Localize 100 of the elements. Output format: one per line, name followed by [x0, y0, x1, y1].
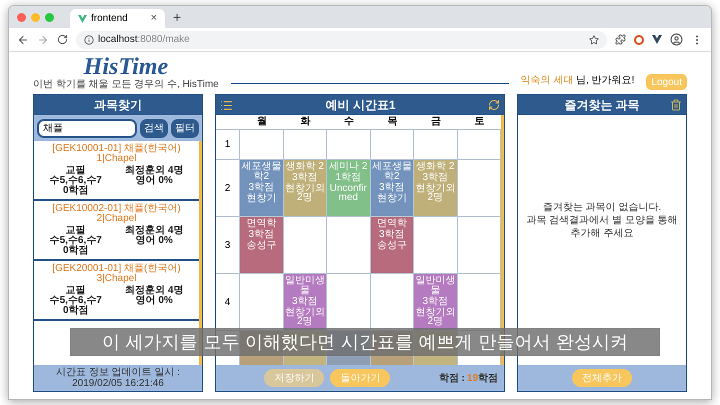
class-instructor: 현창기외 2명 — [284, 184, 326, 202]
search-field[interactable]: 채플 — [37, 118, 137, 138]
class-block[interactable]: 면역학 3학점 송성구 — [240, 217, 284, 273]
class-block[interactable]: 생화학 2 3학점 현창기외 2명 — [414, 160, 458, 216]
credits-label: 학점 : — [438, 372, 465, 386]
day-header: 수 — [342, 115, 355, 129]
url-text: localhost:8080/make — [98, 33, 190, 47]
english-ratio: 영어 0% — [136, 296, 173, 306]
course-times: 수5,수6,수7 — [50, 236, 102, 246]
browser-tab[interactable]: frontend × — [70, 9, 165, 28]
class-credits: 3학점 — [292, 173, 318, 183]
class-credits: 3학점 — [248, 230, 274, 240]
reload-icon[interactable] — [57, 34, 68, 45]
course-card[interactable]: [GEK10001-01] 채플(한국어) 1|Chapel 교필 수5,수6,수7 0학점 최정훈외 4명 영어 0% — [34, 141, 199, 201]
class-credits: 3학점 — [378, 230, 405, 240]
tagline: 이번 학기를 채울 모든 경우의 수, HisTime — [33, 79, 219, 90]
class-instructor: Unconfirmed — [328, 184, 368, 202]
course-times: 수5,수6,수7 — [50, 296, 102, 306]
course-credits: 0학점 — [62, 246, 88, 256]
course-card[interactable]: [GEK10002-01] 채플(한국어) 2|Chapel 교필 수5,수6,수7 0학점 최정훈외 4명 영어 0% — [34, 201, 199, 261]
timetable-title: 예비 시간표1 — [324, 97, 396, 114]
class-name: 세미나 2 — [329, 162, 368, 172]
day-header: 화 — [299, 115, 312, 129]
course-title: [GEK10002-01] 채플(한국어) 2|Chapel — [51, 204, 182, 224]
trash-icon[interactable] — [670, 99, 682, 111]
class-name: 세포생물학2 — [370, 162, 413, 182]
tab-title: frontend — [91, 12, 129, 26]
search-button[interactable]: 검색 — [140, 118, 168, 138]
class-block[interactable]: 세포생물학2 3학점 현창기 — [240, 160, 284, 216]
day-header: 토 — [473, 115, 486, 129]
day-header: 월 — [256, 115, 268, 129]
course-type: 교필 — [66, 226, 86, 236]
day-header: 금 — [430, 115, 442, 129]
class-instructor: 현창기외 2명 — [414, 184, 456, 202]
period-label: 1 — [224, 138, 230, 152]
empty-message: 즐겨찾는 과목이 없습니다. — [542, 200, 662, 214]
greeting-text: 익숙의 세대 님, 반가워요! — [520, 74, 634, 88]
course-credits: 0학점 — [62, 186, 88, 196]
class-instructor: 현창기외 2명 — [414, 308, 456, 326]
subtitle-toast: 이 세가지를 모두 이해했다면 시간표를 예쁘게 만들어서 완성시켜 — [70, 328, 660, 356]
class-block[interactable]: 세미나 2 1학점 Unconfirmed — [327, 160, 370, 216]
class-block[interactable]: 면역학 3학점 송성구 — [370, 217, 414, 273]
class-name: 면역학 — [376, 219, 407, 229]
extension-ring-icon[interactable] — [634, 34, 644, 44]
star-icon[interactable] — [589, 34, 599, 44]
class-name: 생화학 2 — [416, 162, 454, 172]
tab-close-button[interactable]: × — [150, 10, 157, 27]
class-instructor: 현창기 — [376, 194, 407, 203]
class-credits: 3학점 — [422, 297, 448, 307]
class-name: 일반미생물 — [414, 276, 456, 296]
class-name: 세포생물학2 — [240, 162, 282, 182]
period-label: 4 — [224, 296, 230, 310]
panel-title: 과목찾기 — [34, 95, 202, 115]
class-credits: 3학점 — [422, 173, 448, 183]
course-instructor: 최정훈외 4명 — [125, 166, 184, 176]
class-credits: 3학점 — [292, 297, 318, 307]
info-icon — [84, 34, 94, 44]
period-label: 2 — [224, 182, 230, 196]
course-times: 수5,수6,수7 — [50, 176, 102, 186]
empty-hint: 과목 검색결과에서 별 모양을 통해 추가해 주세요 — [525, 214, 679, 240]
update-timestamp: 시간표 정보 업데이트 일시 : 2019/02/05 16:21:46 — [55, 367, 181, 389]
class-block[interactable]: 세포생물학2 3학점 현창기 — [370, 160, 414, 216]
class-name: 일반미생물 — [284, 276, 326, 296]
favorites-title: 즐겨찾는 과목 — [563, 97, 641, 114]
address-bar[interactable]: localhost:8080/make — [76, 30, 607, 48]
class-instructor: 현창기 — [246, 194, 276, 203]
credits-total: 19학점 — [466, 372, 498, 386]
course-title: [GEK10001-01] 채플(한국어) 1|Chapel — [51, 144, 182, 164]
course-instructor: 최정훈외 4명 — [125, 286, 184, 296]
refresh-icon[interactable] — [488, 99, 500, 111]
class-block[interactable]: 생화학 2 3학점 현창기외 2명 — [284, 160, 327, 216]
new-tab-button[interactable]: + — [173, 6, 182, 28]
course-instructor: 최정훈외 4명 — [125, 226, 184, 236]
list-menu-icon[interactable] — [220, 98, 233, 112]
filter-button[interactable]: 필터 — [171, 118, 199, 138]
class-instructor: 송성구 — [246, 241, 276, 250]
v-logo-icon[interactable] — [652, 35, 662, 44]
course-card[interactable]: [GEK20001-01] 채플(한국어) 3|Chapel 교필 수5,수6,수7 0학점 최정훈외 4명 영어 0% — [34, 261, 199, 321]
class-name: 생화학 2 — [286, 162, 324, 172]
course-type: 교필 — [66, 166, 86, 176]
day-header: 목 — [386, 115, 398, 129]
class-block[interactable]: 일반미생물 3학점 현창기외 2명 — [284, 274, 327, 330]
class-credits: 1학점 — [335, 173, 362, 183]
forward-icon[interactable] — [37, 34, 49, 46]
class-block[interactable]: 일반미생물 3학점 현창기외 2명 — [414, 274, 458, 330]
histime-logo: HisTime — [84, 55, 168, 79]
english-ratio: 영어 0% — [136, 236, 173, 246]
course-type: 교필 — [66, 286, 86, 296]
v-logo-icon — [78, 14, 87, 22]
course-credits: 0학점 — [62, 306, 88, 316]
course-title: [GEK20001-01] 채플(한국어) 3|Chapel — [51, 264, 182, 284]
period-label: 3 — [224, 238, 230, 252]
class-instructor: 현창기외 2명 — [284, 308, 326, 326]
english-ratio: 영어 0% — [136, 176, 173, 186]
extension-icon[interactable] — [615, 34, 626, 45]
profile-avatar-icon[interactable] — [670, 33, 683, 46]
class-credits: 3학점 — [378, 183, 405, 193]
back-icon[interactable] — [17, 34, 29, 46]
class-credits: 3학점 — [248, 183, 274, 193]
class-instructor: 송성구 — [376, 241, 407, 250]
